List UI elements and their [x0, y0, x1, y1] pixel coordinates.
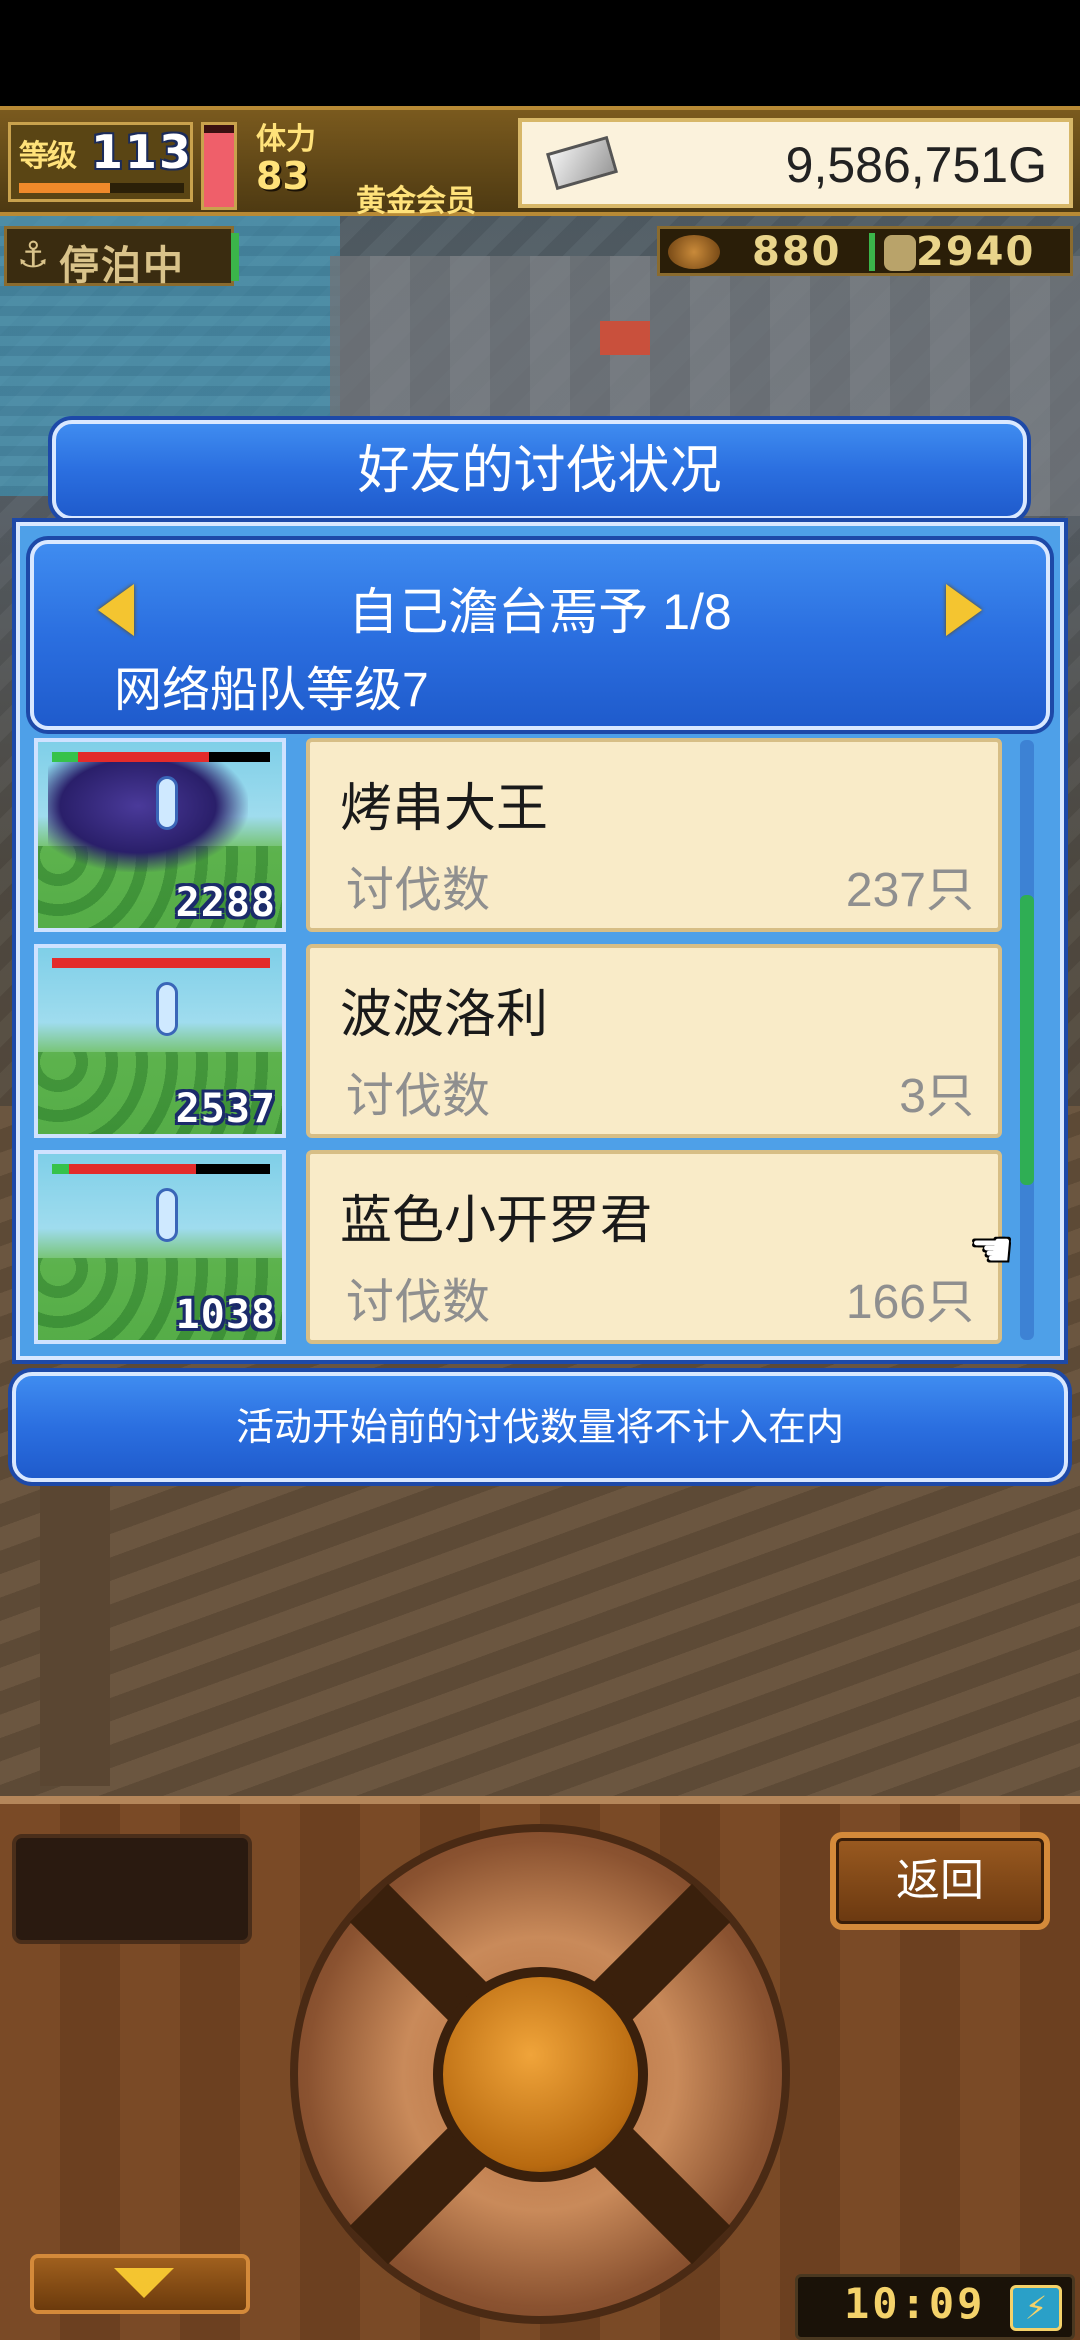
level-label: 等级	[19, 139, 77, 174]
material-icon	[884, 235, 916, 271]
friend-name: 蓝色小开罗君	[340, 1192, 653, 1250]
list-item[interactable]: 2288 烤串大王 讨伐数 237只	[30, 738, 1030, 938]
next-arrow-icon[interactable]	[946, 584, 982, 636]
status-bar-area	[0, 0, 1080, 106]
dialog-title-bar: 好友的讨伐状况	[52, 420, 1027, 520]
back-button-label: 返回	[896, 1856, 984, 1905]
dock-indicator	[231, 233, 239, 281]
player-banner: 自己澹台焉予 1/8 网络船队等级7	[30, 540, 1050, 730]
enemy-hp-bar	[52, 1164, 270, 1174]
exclamation-icon	[156, 982, 178, 1036]
top-hud: 等级 113 体力 83 黄金会员 9,586,751G	[0, 106, 1080, 219]
ship-mast	[40, 1486, 110, 1786]
gold-amount: 9,586,751G	[785, 137, 1047, 193]
kill-count-label: 讨伐数	[346, 1070, 491, 1123]
level-progress-fill	[19, 183, 110, 193]
docked-label: 停泊中	[59, 243, 185, 289]
kill-count-label: 讨伐数	[346, 1276, 491, 1329]
enemy-hp-green	[52, 752, 79, 762]
friend-list[interactable]: 2288 烤串大王 讨伐数 237只 2537 波波洛利 讨伐数 3只 1038…	[30, 738, 1042, 1350]
note-bar: 活动开始前的讨伐数量将不计入在内	[12, 1372, 1068, 1482]
game-clock: 10:09 ⚡	[795, 2274, 1075, 2340]
battery-charging-icon: ⚡	[1010, 2285, 1062, 2331]
kill-count-value: 166只	[845, 1276, 974, 1329]
resource-box: 880 2940	[657, 226, 1073, 276]
enemy-thumbnail: 2288	[34, 738, 286, 932]
enemy-count: 1038	[175, 1292, 276, 1338]
kill-count-value: 3只	[899, 1070, 974, 1123]
pointing-hand-icon: ☚	[970, 1222, 1014, 1278]
silver-bar-icon	[546, 135, 618, 191]
enemy-count: 2537	[175, 1086, 276, 1132]
player-name: 自己澹台焉予 1/8	[348, 584, 732, 640]
friend-card[interactable]: 蓝色小开罗君 讨伐数 166只	[306, 1150, 1002, 1344]
kill-count-value: 237只	[845, 864, 974, 917]
enemy-hp-bar	[52, 958, 270, 968]
enemy-hp-fill	[52, 1164, 196, 1174]
fleet-level: 网络船队等级7	[114, 664, 429, 717]
friend-name: 波波洛利	[340, 986, 549, 1044]
exclamation-icon	[156, 776, 178, 830]
red-flag	[600, 321, 650, 355]
ship-wheel[interactable]	[290, 1824, 790, 2324]
exclamation-icon	[156, 1188, 178, 1242]
dialog-title: 好友的讨伐状况	[357, 442, 722, 500]
enemy-thumbnail: 1038	[34, 1150, 286, 1344]
note-text: 活动开始前的讨伐数量将不计入在内	[235, 1407, 844, 1449]
list-item[interactable]: 2537 波波洛利 讨伐数 3只	[30, 944, 1030, 1144]
scrollbar-thumb[interactable]	[1020, 895, 1034, 1185]
kill-count-label: 讨伐数	[346, 864, 491, 917]
docked-status: ⚓ 停泊中	[4, 226, 239, 289]
clock-time: 10:09	[844, 2279, 986, 2328]
stamina-value: 83	[256, 154, 309, 198]
level-value: 113	[91, 125, 194, 179]
hp-gauge-fill	[204, 133, 234, 207]
level-box: 等级 113	[8, 122, 193, 202]
food-icon	[668, 235, 720, 269]
enemy-hp-bar	[52, 752, 270, 762]
resource-a-value: 880	[752, 229, 842, 275]
monster-sprite	[48, 752, 248, 872]
resource-separator	[869, 233, 875, 271]
friend-card[interactable]: 波波洛利 讨伐数 3只	[306, 944, 1002, 1138]
stamina-label: 体力	[256, 122, 316, 157]
friend-card[interactable]: 烤串大王 讨伐数 237只	[306, 738, 1002, 932]
level-progress-bar	[19, 183, 184, 193]
gold-member-label: 黄金会员	[356, 184, 476, 219]
back-button[interactable]: 返回	[830, 1832, 1050, 1930]
friend-name: 烤串大王	[340, 780, 549, 838]
chevron-down-icon	[114, 2268, 174, 2298]
menu-down-button[interactable]	[30, 2254, 250, 2314]
enemy-count: 2288	[175, 880, 276, 926]
wheel-center-button[interactable]	[433, 1967, 648, 2182]
anchor-icon: ⚓	[16, 235, 50, 276]
enemy-hp-fill	[52, 958, 270, 968]
resource-b-value: 2940	[916, 229, 1036, 275]
empty-slot	[12, 1834, 252, 1944]
enemy-thumbnail: 2537	[34, 944, 286, 1138]
hp-gauge	[201, 122, 237, 210]
control-panel: 返回 10:09 ⚡	[0, 1796, 1080, 2340]
list-item[interactable]: 1038 蓝色小开罗君 讨伐数 166只	[30, 1150, 1030, 1350]
gold-panel[interactable]: 9,586,751G	[518, 118, 1073, 208]
enemy-hp-green	[52, 1164, 70, 1174]
